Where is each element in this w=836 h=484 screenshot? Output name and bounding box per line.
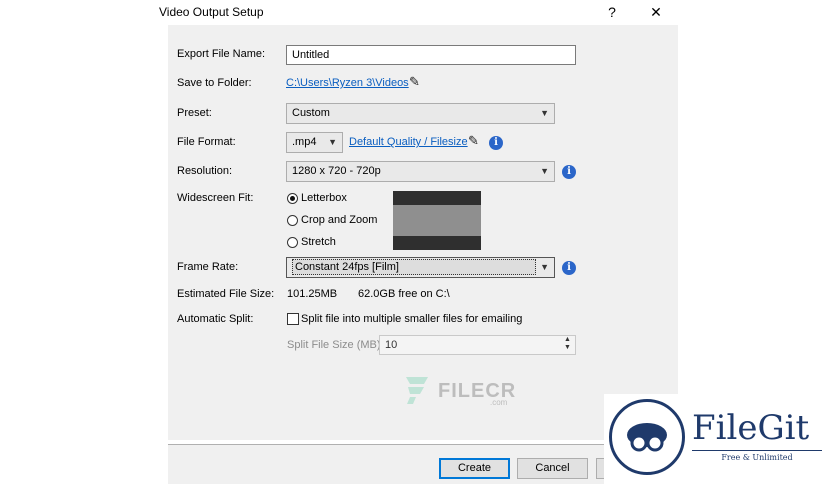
- resolution-label: Resolution:: [177, 165, 233, 177]
- preset-label: Preset:: [177, 107, 212, 119]
- letterbox-radio[interactable]: [287, 193, 298, 204]
- framerate-select[interactable]: Constant 24fps [Film] ▼: [286, 257, 555, 278]
- filegit-title: FileGit: [692, 408, 810, 448]
- chevron-down-icon: ▼: [540, 262, 549, 272]
- help-button[interactable]: ?: [600, 2, 624, 22]
- save-folder-link[interactable]: C:\Users\Ryzen 3\Videos: [286, 77, 409, 89]
- format-select[interactable]: .mp4 ▼: [286, 132, 343, 153]
- framerate-value: Constant 24fps [Film]: [292, 259, 536, 275]
- quality-link[interactable]: Default Quality / Filesize: [349, 136, 468, 148]
- chevron-down-icon: ▼: [540, 108, 549, 118]
- split-size-label: Split File Size (MB):: [287, 339, 384, 351]
- save-folder-label: Save to Folder:: [177, 77, 252, 89]
- info-icon[interactable]: i: [489, 136, 503, 150]
- pencil-icon[interactable]: ✎: [468, 133, 479, 149]
- filegit-logo-icon: [609, 399, 685, 475]
- export-name-label: Export File Name:: [177, 48, 266, 60]
- window-title: Video Output Setup: [159, 5, 264, 19]
- crop-zoom-label[interactable]: Crop and Zoom: [301, 214, 377, 226]
- stretch-radio[interactable]: [287, 237, 298, 248]
- create-button[interactable]: Create: [439, 458, 510, 479]
- resolution-select[interactable]: 1280 x 720 - 720p ▼: [286, 161, 555, 182]
- stretch-label[interactable]: Stretch: [301, 236, 336, 248]
- split-checkbox-label[interactable]: Split file into multiple smaller files f…: [301, 313, 522, 325]
- crop-zoom-radio[interactable]: [287, 215, 298, 226]
- filesize-value: 101.25MB: [287, 288, 338, 300]
- pencil-icon[interactable]: ✎: [409, 74, 420, 90]
- cancel-button[interactable]: Cancel: [517, 458, 588, 479]
- filegit-tagline: Free & Unlimited: [692, 450, 822, 462]
- filecr-watermark-sub: .com: [490, 398, 508, 407]
- format-value: .mp4: [292, 136, 317, 148]
- letterbox-label[interactable]: Letterbox: [301, 192, 347, 204]
- close-button[interactable]: ✕: [644, 2, 668, 22]
- resolution-value: 1280 x 720 - 720p: [292, 165, 381, 177]
- preview-picture-area: [393, 205, 481, 236]
- chevron-down-icon: ▼: [540, 166, 549, 176]
- preset-value: Custom: [292, 107, 330, 119]
- export-name-input[interactable]: Untitled: [286, 45, 576, 65]
- filecr-logo-icon: [402, 375, 432, 405]
- info-icon[interactable]: i: [562, 165, 576, 179]
- split-size-input[interactable]: 10: [379, 335, 576, 355]
- split-size-value: 10: [385, 339, 398, 351]
- split-label: Automatic Split:: [177, 313, 254, 325]
- chevron-down-icon: ▼: [328, 137, 337, 147]
- split-checkbox[interactable]: [287, 313, 299, 325]
- filesize-label: Estimated File Size:: [177, 288, 275, 300]
- free-space-value: 62.0GB free on C:\: [358, 288, 450, 300]
- widescreen-preview: [393, 191, 481, 250]
- format-label: File Format:: [177, 136, 236, 148]
- spinner-arrows-icon[interactable]: ▲ ▼: [560, 336, 575, 354]
- framerate-label: Frame Rate:: [177, 261, 239, 273]
- preset-select[interactable]: Custom ▼: [286, 103, 555, 124]
- info-icon[interactable]: i: [562, 261, 576, 275]
- filegit-watermark: FileGit Free & Unlimited: [604, 394, 836, 484]
- widescreen-label: Widescreen Fit:: [177, 192, 254, 204]
